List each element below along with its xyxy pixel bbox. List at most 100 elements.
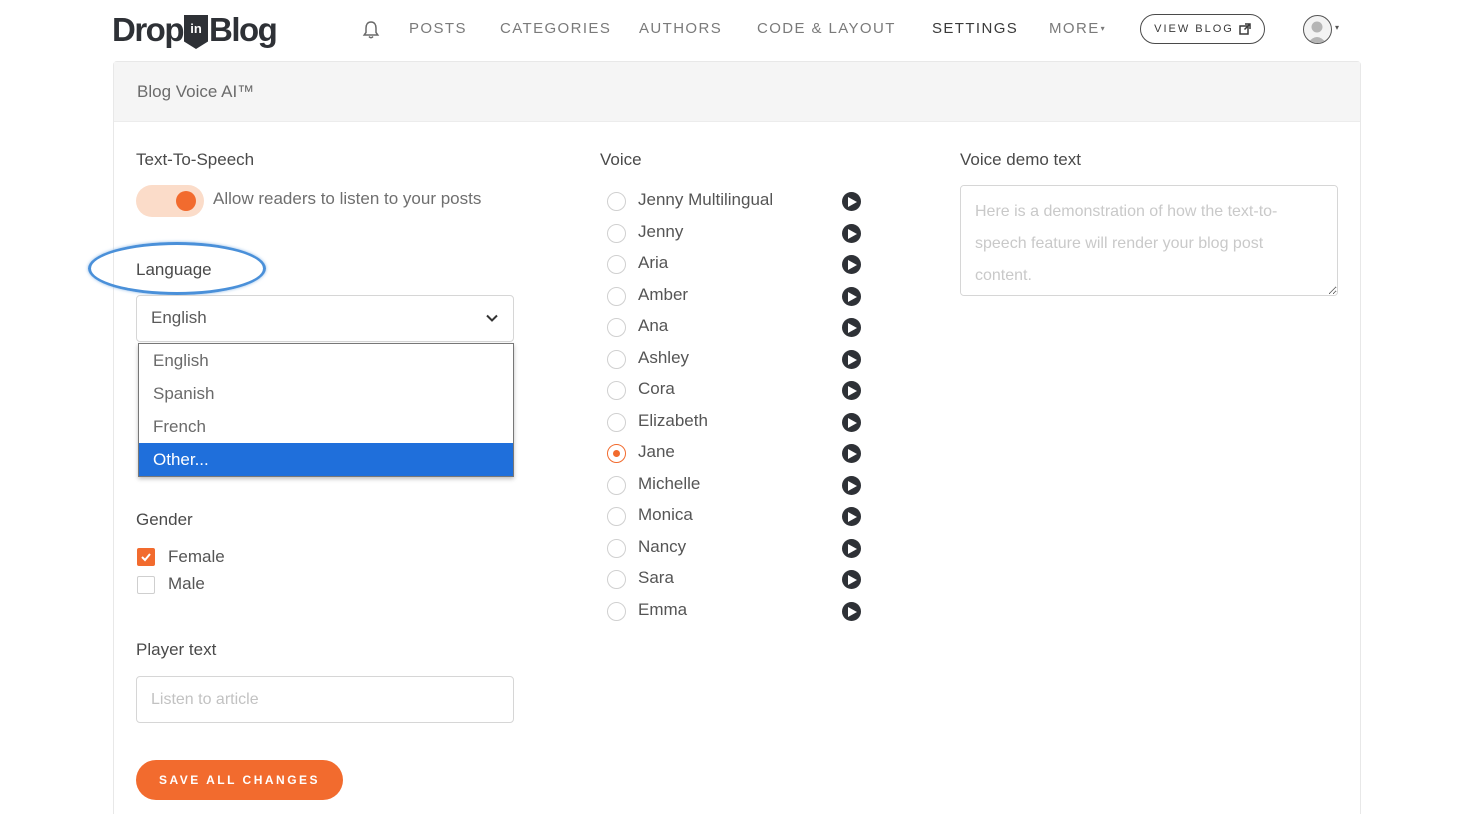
female-label: Female [168, 547, 225, 566]
user-avatar-icon[interactable] [1303, 15, 1332, 44]
logo-text-left: Drop [112, 11, 185, 48]
voice-option-row[interactable]: Sara [607, 568, 877, 592]
voice-radio[interactable] [607, 507, 626, 526]
voice-option-row[interactable]: Amber [607, 285, 877, 309]
voice-option-row[interactable]: Ashley [607, 348, 877, 372]
external-link-icon [1239, 23, 1251, 35]
save-all-changes-button[interactable]: SAVE ALL CHANGES [136, 760, 343, 800]
play-icon[interactable] [842, 476, 861, 495]
language-option-french[interactable]: French [139, 410, 513, 443]
play-icon[interactable] [842, 224, 861, 243]
voice-option-row[interactable]: Ana [607, 316, 877, 340]
voice-radio[interactable] [607, 255, 626, 274]
play-icon[interactable] [842, 287, 861, 306]
voice-radio[interactable] [607, 287, 626, 306]
voice-radio[interactable] [607, 413, 626, 432]
nav-categories[interactable]: CATEGORIES [500, 20, 611, 37]
dropinblog-logo[interactable]: Drop in Blog [112, 10, 278, 50]
voice-option-row[interactable]: Aria [607, 253, 877, 277]
voice-option-label: Jenny Multilingual [638, 190, 774, 209]
voice-radio[interactable] [607, 192, 626, 211]
voice-option-label: Aria [638, 253, 669, 272]
voice-option-row[interactable]: Jenny Multilingual [607, 190, 877, 214]
nav-posts[interactable]: POSTS [409, 20, 467, 37]
voice-label: Voice [600, 150, 642, 169]
voice-option-label: Elizabeth [638, 411, 708, 430]
voice-demo-label: Voice demo text [960, 150, 1081, 169]
avatar-caret-icon[interactable]: ▾ [1335, 23, 1339, 32]
nav-authors[interactable]: AUTHORS [639, 20, 722, 37]
voice-radio[interactable] [607, 444, 626, 463]
voice-option-row[interactable]: Cora [607, 379, 877, 403]
gender-label: Gender [136, 510, 193, 529]
play-icon[interactable] [842, 602, 861, 621]
play-icon[interactable] [842, 192, 861, 211]
view-blog-label: VIEW BLOG [1154, 23, 1234, 35]
language-label: Language [136, 260, 212, 279]
language-option-english[interactable]: English [139, 344, 513, 377]
female-checkbox[interactable] [137, 548, 155, 566]
voice-option-label: Cora [638, 379, 675, 398]
voice-option-label: Emma [638, 600, 688, 619]
play-icon[interactable] [842, 570, 861, 589]
nav-settings[interactable]: SETTINGS [932, 20, 1018, 37]
voice-option-row[interactable]: Emma [607, 600, 877, 624]
language-option-other[interactable]: Other... [139, 443, 513, 476]
tts-label: Text-To-Speech [136, 150, 255, 169]
logo-text-right: Blog [209, 11, 278, 48]
tts-toggle[interactable] [136, 185, 204, 217]
logo-in-badge: in [184, 15, 208, 49]
voice-radio[interactable] [607, 539, 626, 558]
bell-icon[interactable] [362, 20, 380, 40]
player-text-label: Player text [136, 640, 217, 659]
voice-radio[interactable] [607, 224, 626, 243]
player-text-input[interactable] [136, 676, 514, 723]
play-icon[interactable] [842, 381, 861, 400]
user-silhouette-icon [1307, 21, 1327, 43]
voice-option-row[interactable]: Jenny [607, 222, 877, 246]
voice-option-row[interactable]: Jane [607, 442, 877, 466]
play-icon[interactable] [842, 539, 861, 558]
voice-option-label: Amber [638, 285, 689, 304]
caret-down-icon: ▾ [1100, 24, 1107, 33]
voice-option-row[interactable]: Nancy [607, 537, 877, 561]
voice-radio[interactable] [607, 476, 626, 495]
male-checkbox[interactable] [137, 576, 155, 594]
nav-more-label: MORE [1049, 20, 1100, 37]
voice-option-row[interactable]: Monica [607, 505, 877, 529]
voice-option-label: Jenny [638, 222, 684, 241]
voice-demo-textarea[interactable] [960, 185, 1338, 296]
voice-radio[interactable] [607, 381, 626, 400]
voice-option-row[interactable]: Elizabeth [607, 411, 877, 435]
voice-option-row[interactable]: Michelle [607, 474, 877, 498]
checkmark-icon [141, 553, 151, 562]
play-icon[interactable] [842, 350, 861, 369]
chevron-down-icon [486, 314, 498, 322]
view-blog-button[interactable]: VIEW BLOG [1140, 14, 1265, 44]
voice-option-label: Jane [638, 442, 675, 461]
voice-radio[interactable] [607, 350, 626, 369]
play-icon[interactable] [842, 444, 861, 463]
language-selected-value: English [151, 308, 207, 327]
voice-radio[interactable] [607, 570, 626, 589]
voice-option-label: Monica [638, 505, 693, 524]
nav-code-layout[interactable]: CODE & LAYOUT [757, 20, 896, 37]
top-nav: Drop in Blog POSTS CATEGORIES AUTHORS CO… [0, 0, 1466, 60]
voice-option-label: Nancy [638, 537, 687, 556]
play-icon[interactable] [842, 507, 861, 526]
voice-radio[interactable] [607, 602, 626, 621]
toggle-knob [176, 191, 196, 211]
voice-option-label: Ana [638, 316, 669, 335]
tts-toggle-text: Allow readers to listen to your posts [213, 189, 482, 208]
nav-more[interactable]: MORE▾ [1049, 20, 1106, 37]
play-icon[interactable] [842, 255, 861, 274]
voice-option-label: Ashley [638, 348, 690, 367]
play-icon[interactable] [842, 413, 861, 432]
language-option-spanish[interactable]: Spanish [139, 377, 513, 410]
language-dropdown: English Spanish French Other... [138, 343, 514, 477]
card-title: Blog Voice AI™ [114, 62, 1360, 122]
voice-radio[interactable] [607, 318, 626, 337]
language-select[interactable]: English [136, 295, 514, 342]
play-icon[interactable] [842, 318, 861, 337]
voice-option-label: Sara [638, 568, 674, 587]
